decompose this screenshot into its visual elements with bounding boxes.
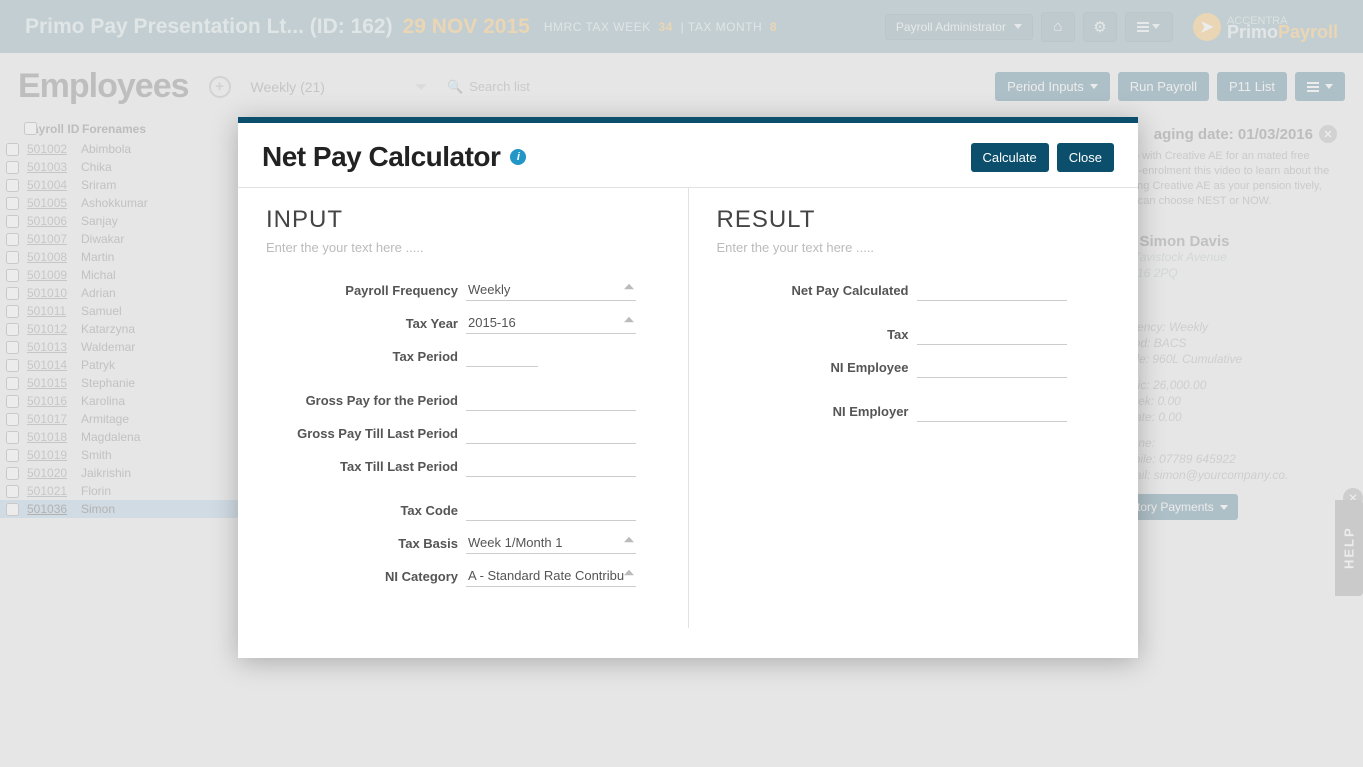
label-tax-code: Tax Code xyxy=(266,503,466,518)
ni-employer-output xyxy=(917,400,1067,422)
gross-pay-input[interactable] xyxy=(466,389,636,411)
label-tax-last: Tax Till Last Period xyxy=(266,459,466,474)
net-pay-calculator-modal: Net Pay Calculator i Calculate Close INP… xyxy=(238,117,1138,658)
ni-category-value: A - Standard Rate Contribu xyxy=(468,568,624,583)
tax-year-select[interactable]: 2015-16 xyxy=(466,312,636,334)
dropdown-triangle-icon xyxy=(624,537,634,543)
label-ni-employer: NI Employer xyxy=(717,404,917,419)
dropdown-triangle-icon xyxy=(624,570,634,576)
label-result-tax: Tax xyxy=(717,327,917,342)
label-gross-last: Gross Pay Till Last Period xyxy=(266,426,466,441)
input-pane: INPUT Enter the your text here ..... Pay… xyxy=(238,188,689,628)
gross-last-input[interactable] xyxy=(466,422,636,444)
label-tax-basis: Tax Basis xyxy=(266,536,466,551)
modal-title: Net Pay Calculator xyxy=(262,141,500,173)
tax-period-input[interactable] xyxy=(466,345,538,367)
label-net-pay: Net Pay Calculated xyxy=(717,283,917,298)
result-pane: RESULT Enter the your text here ..... Ne… xyxy=(689,188,1139,628)
tax-last-input[interactable] xyxy=(466,455,636,477)
input-heading: INPUT xyxy=(266,206,660,234)
dropdown-triangle-icon xyxy=(624,317,634,323)
label-ni-category: NI Category xyxy=(266,569,466,584)
tax-code-input[interactable] xyxy=(466,499,636,521)
frequency-value: Weekly xyxy=(468,282,510,297)
ni-employee-output xyxy=(917,356,1067,378)
close-button[interactable]: Close xyxy=(1057,143,1114,172)
tax-year-value: 2015-16 xyxy=(468,315,516,330)
tax-basis-value: Week 1/Month 1 xyxy=(468,535,562,550)
tax-output xyxy=(917,323,1067,345)
info-icon[interactable]: i xyxy=(510,149,526,165)
label-gross-pay: Gross Pay for the Period xyxy=(266,393,466,408)
payroll-frequency-select[interactable]: Weekly xyxy=(466,279,636,301)
label-tax-year: Tax Year xyxy=(266,316,466,331)
label-tax-period: Tax Period xyxy=(266,349,466,364)
result-hint: Enter the your text here ..... xyxy=(717,240,1111,255)
tax-basis-select[interactable]: Week 1/Month 1 xyxy=(466,532,636,554)
ni-category-select[interactable]: A - Standard Rate Contribu xyxy=(466,565,636,587)
input-hint: Enter the your text here ..... xyxy=(266,240,660,255)
net-pay-output xyxy=(917,279,1067,301)
label-ni-employee: NI Employee xyxy=(717,360,917,375)
label-frequency: Payroll Frequency xyxy=(266,283,466,298)
dropdown-triangle-icon xyxy=(624,284,634,290)
calculate-button[interactable]: Calculate xyxy=(971,143,1049,172)
result-heading: RESULT xyxy=(717,206,1111,234)
